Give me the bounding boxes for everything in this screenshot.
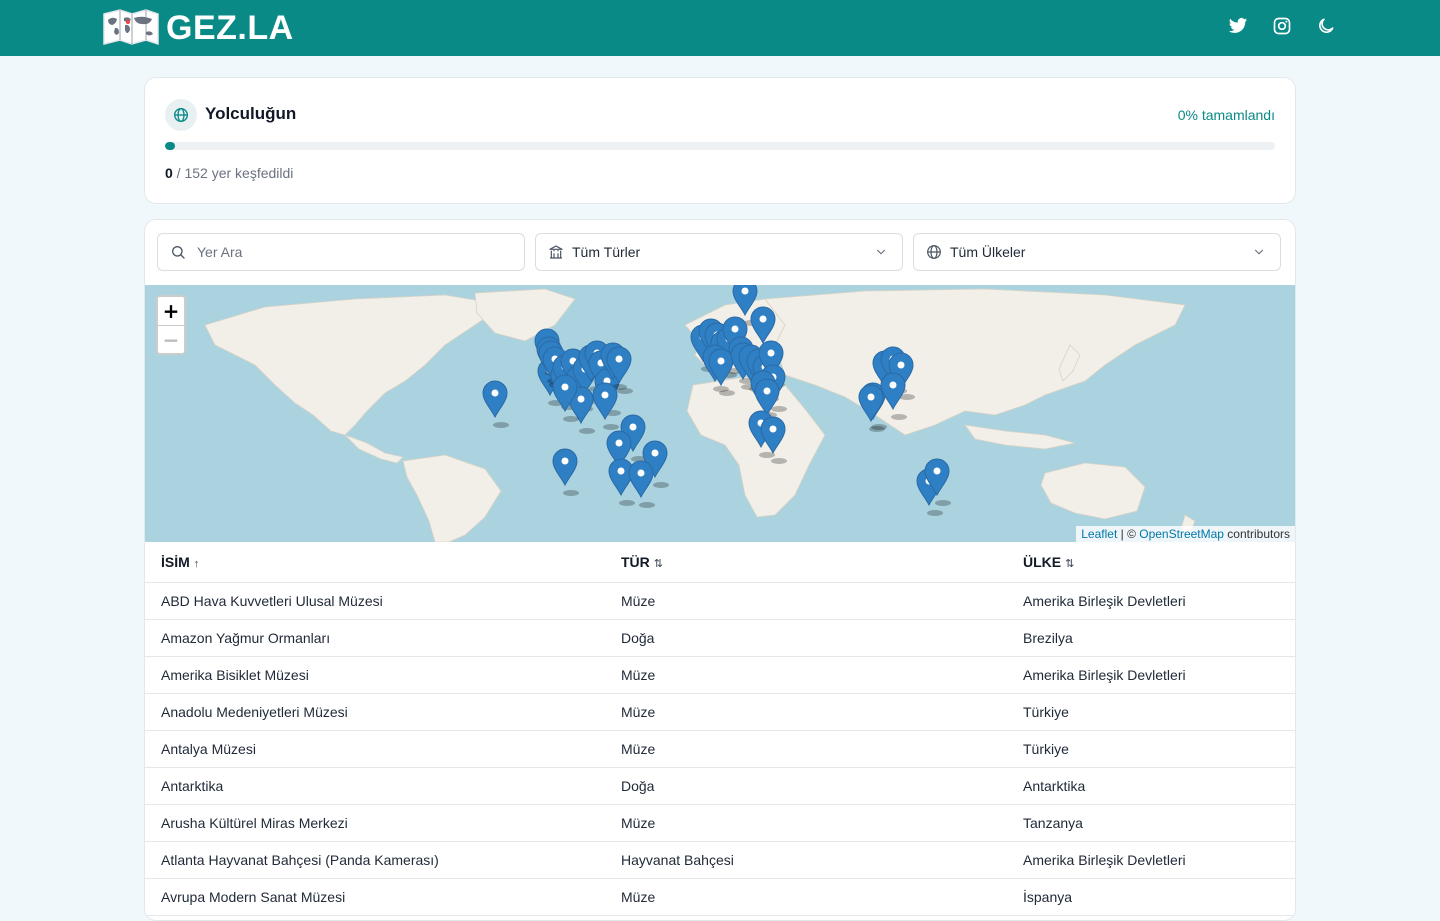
visited-count: 0 / 152 yer keşfedildi (165, 165, 293, 181)
place-country: Türkiye (1007, 693, 1295, 731)
place-country: Amerika Birleşik Devletleri (1007, 582, 1295, 620)
zoom-out-button[interactable]: − (158, 326, 184, 354)
place-name: Antarktika (145, 767, 605, 805)
place-type: Müze (605, 878, 1007, 916)
place-country: Türkiye (1007, 730, 1295, 768)
country-select-value: Tüm Ülkeler (950, 244, 1026, 260)
place-name: Arusha Kültürel Miras Merkezi (145, 804, 605, 842)
logo[interactable]: GEZ.LA (102, 8, 294, 48)
journey-badge (165, 99, 197, 131)
places-table: İSİM ↑ TÜR ⇅ ÜLKE ⇅ ABD Hava Kuvvetleri Ulu… (145, 542, 1295, 916)
country-select[interactable]: Tüm Ülkeler (913, 233, 1281, 271)
place-country: Brezilya (1007, 619, 1295, 657)
place-type: Müze (605, 582, 1007, 620)
place-type: Doğa (605, 619, 1007, 657)
table-row[interactable]: ABD Hava Kuvvetleri Ulusal Müzesi Müze Ame… (145, 582, 1295, 620)
progress-bar-fill (165, 142, 175, 150)
column-header-name[interactable]: İSİM ↑ (145, 542, 605, 583)
zoom-in-button[interactable]: + (158, 297, 184, 326)
sort-icon: ⇅ (653, 558, 663, 570)
place-country: Amerika Birleşik Devletleri (1007, 656, 1295, 694)
table-row[interactable]: Atlanta Hayvanat Bahçesi (Panda Kamerası… (145, 841, 1295, 879)
instagram-icon[interactable] (1272, 16, 1292, 36)
place-country: Tanzanya (1007, 804, 1295, 842)
table-row[interactable]: Amazon Yağmur Ormanları Doğa Brezilya (145, 619, 1295, 657)
leaflet-link[interactable]: Leaflet (1081, 527, 1117, 541)
sort-asc-icon: ↑ (193, 558, 200, 570)
chevron-down-icon (876, 249, 886, 255)
globe-icon (174, 108, 188, 122)
journey-title: Yolculuğun (205, 104, 297, 123)
place-type: Müze (605, 804, 1007, 842)
place-name: Amazon Yağmur Ormanları (145, 619, 605, 657)
place-type: Hayvanat Bahçesi (605, 841, 1007, 879)
type-select[interactable]: Tüm Türler (535, 233, 903, 271)
osm-link[interactable]: OpenStreetMap (1139, 527, 1224, 541)
place-type: Doğa (605, 767, 1007, 805)
table-row[interactable]: Arusha Kültürel Miras Merkezi Müze Tanzany… (145, 804, 1295, 842)
map-marker-pin[interactable] (592, 382, 619, 430)
type-select-value: Tüm Türler (572, 244, 641, 260)
search-field[interactable] (157, 233, 525, 271)
place-type: Müze (605, 656, 1007, 694)
marker-layer (482, 285, 951, 516)
progress-bar (165, 142, 1275, 150)
place-name: Avrupa Modern Sanat Müzesi (145, 878, 605, 916)
table-row[interactable]: Antalya Müzesi Müze Türkiye (145, 730, 1295, 768)
place-type: Müze (605, 693, 1007, 731)
museum-icon (549, 245, 563, 259)
table-row[interactable]: Avrupa Modern Sanat Müzesi Müze İspanya (145, 878, 1295, 916)
place-country: Amerika Birleşik Devletleri (1007, 841, 1295, 879)
place-country: İspanya (1007, 878, 1295, 916)
world-map[interactable]: + − Leaflet | © OpenStreetMap contributo… (145, 285, 1295, 542)
map-marker-pin[interactable] (628, 460, 655, 508)
places-card: Tüm Türler Tüm Ülkeler (144, 219, 1296, 921)
search-input[interactable] (195, 243, 499, 261)
table-header-row: İSİM ↑ TÜR ⇅ ÜLKE ⇅ (145, 542, 1295, 583)
place-name: ABD Hava Kuvvetleri Ulusal Müzesi (145, 582, 605, 620)
map-marker-pin[interactable] (552, 448, 579, 496)
visited-number: 0 (165, 165, 173, 181)
map-attribution: Leaflet | © OpenStreetMap contributors (1076, 526, 1295, 542)
place-name: Amerika Bisiklet Müzesi (145, 656, 605, 694)
moon-icon[interactable] (1316, 16, 1336, 36)
zoom-control: + − (156, 295, 186, 355)
place-name: Atlanta Hayvanat Bahçesi (Panda Kamerası… (145, 841, 605, 879)
column-header-type[interactable]: TÜR ⇅ (605, 542, 1007, 583)
place-type: Müze (605, 730, 1007, 768)
table-row[interactable]: Antarktika Doğa Antarktika (145, 767, 1295, 805)
chevron-down-icon (1254, 249, 1264, 255)
column-header-country[interactable]: ÜLKE ⇅ (1007, 542, 1295, 583)
table-row[interactable]: Amerika Bisiklet Müzesi Müze Amerika Birle… (145, 656, 1295, 694)
journey-progress-card: Yolculuğun 0% tamamlandı 0 / 152 yer keş… (144, 77, 1296, 204)
place-name: Antalya Müzesi (145, 730, 605, 768)
sort-icon: ⇅ (1065, 558, 1075, 570)
search-icon (172, 246, 185, 259)
globe-icon (927, 245, 941, 259)
brand-name: GEZ.LA (166, 8, 294, 47)
world-map-logo-icon (103, 9, 159, 46)
visited-total: / 152 yer keşfedildi (172, 165, 294, 181)
place-name: Anadolu Medeniyetleri Müzesi (145, 693, 605, 731)
map-marker-pin[interactable] (482, 380, 509, 428)
twitter-icon[interactable] (1228, 16, 1248, 36)
table-row[interactable]: Anadolu Medeniyetleri Müzesi Müze Türkiye (145, 693, 1295, 731)
place-country: Antarktika (1007, 767, 1295, 805)
top-navbar: GEZ.LA (0, 0, 1440, 56)
completion-percent: 0% tamamlandı (1177, 107, 1275, 123)
